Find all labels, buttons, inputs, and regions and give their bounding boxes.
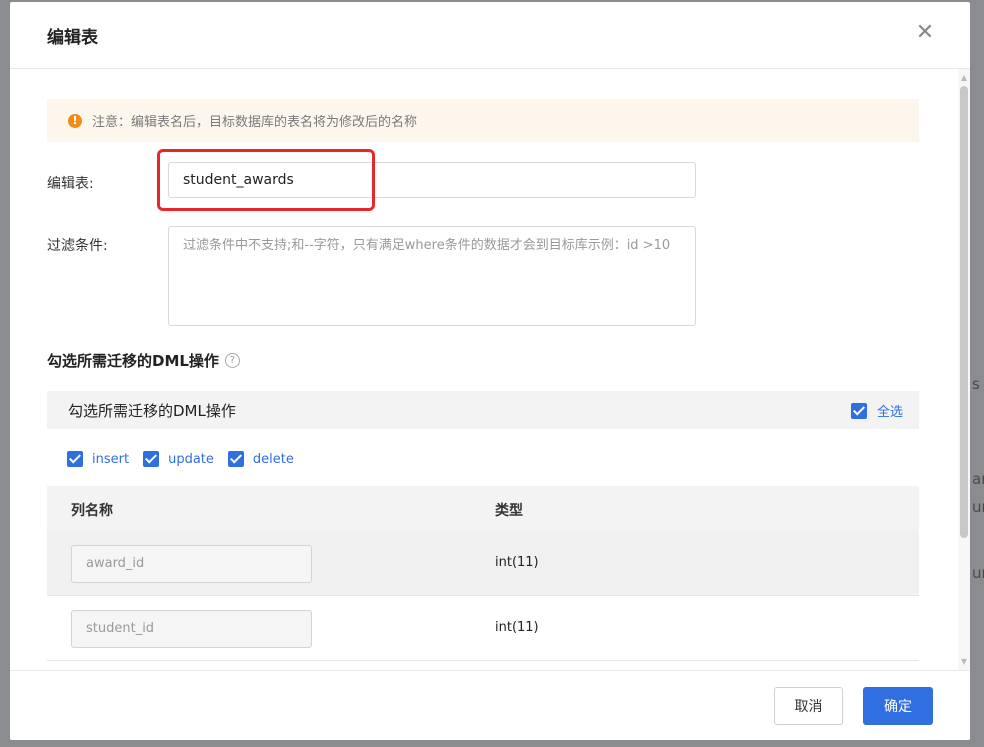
- background-fragment: urs: [972, 564, 984, 582]
- table-row: award_id int(11): [47, 531, 919, 596]
- dml-section-title-text: 勾选所需迁移的DML操作: [47, 352, 219, 370]
- scrollbar-thumb[interactable]: [960, 86, 968, 538]
- dml-operations: insert update delete: [67, 451, 308, 467]
- column-table: 列名称 类型 award_id int(11) student_id int(1…: [47, 486, 919, 661]
- column-type: int(11): [495, 620, 539, 635]
- type-header: 类型: [495, 503, 523, 519]
- scroll-down-icon[interactable]: ▼: [960, 658, 968, 666]
- dialog-body: ! 注意：编辑表名后，目标数据库的表名将为修改后的名称 编辑表: 过滤条件: 勾…: [10, 69, 958, 670]
- scroll-up-icon[interactable]: ▲: [960, 74, 968, 82]
- table-row: student_id int(11): [47, 596, 919, 661]
- delete-label[interactable]: delete: [253, 452, 294, 467]
- column-name-input: award_id: [71, 545, 312, 583]
- table-header: 列名称 类型: [47, 486, 919, 531]
- checkbox-checked-icon[interactable]: [67, 451, 83, 467]
- insert-label[interactable]: insert: [92, 452, 129, 467]
- background-fragment: s: [972, 375, 980, 393]
- update-checkbox[interactable]: update: [143, 451, 214, 467]
- column-type: int(11): [495, 555, 539, 570]
- dml-section-title: 勾选所需迁移的DML操作 ?: [47, 350, 240, 371]
- checkbox-checked-icon[interactable]: [143, 451, 160, 467]
- insert-checkbox[interactable]: insert: [67, 451, 129, 467]
- filter-textarea[interactable]: [168, 226, 696, 326]
- edit-table-dialog: 编辑表 ✕ ! 注意：编辑表名后，目标数据库的表名将为修改后的名称 编辑表: 过…: [10, 2, 970, 740]
- background-fragment: ur: [972, 498, 984, 516]
- close-icon[interactable]: ✕: [914, 22, 936, 44]
- cancel-button[interactable]: 取消: [774, 687, 843, 725]
- checkbox-checked-icon[interactable]: [227, 451, 244, 467]
- delete-checkbox[interactable]: delete: [227, 451, 294, 467]
- filter-label: 过滤条件:: [47, 238, 108, 254]
- column-name-header: 列名称: [71, 503, 113, 519]
- dml-panel-title: 勾选所需迁移的DML操作: [68, 402, 236, 420]
- select-all-label[interactable]: 全选: [877, 401, 903, 420]
- notice-text: 注意：编辑表名后，目标数据库的表名将为修改后的名称: [92, 115, 418, 130]
- help-icon[interactable]: ?: [224, 353, 240, 368]
- notice-banner: ! 注意：编辑表名后，目标数据库的表名将为修改后的名称: [47, 99, 919, 142]
- dml-panel-header: 勾选所需迁移的DML操作 全选: [47, 391, 919, 429]
- dialog-header: 编辑表 ✕: [10, 2, 970, 69]
- update-label[interactable]: update: [168, 452, 214, 467]
- confirm-button[interactable]: 确定: [863, 687, 933, 725]
- dialog-footer: 取消 确定: [10, 670, 970, 740]
- dialog-title: 编辑表: [47, 28, 98, 48]
- table-name-input[interactable]: [168, 162, 696, 198]
- background-fragment: ar: [972, 470, 984, 488]
- warning-icon: !: [68, 113, 82, 128]
- select-all-checkbox[interactable]: 全选: [850, 401, 903, 420]
- checkbox-checked-icon[interactable]: [850, 402, 867, 419]
- column-name-input: student_id: [71, 610, 312, 648]
- table-name-label: 编辑表:: [47, 176, 94, 192]
